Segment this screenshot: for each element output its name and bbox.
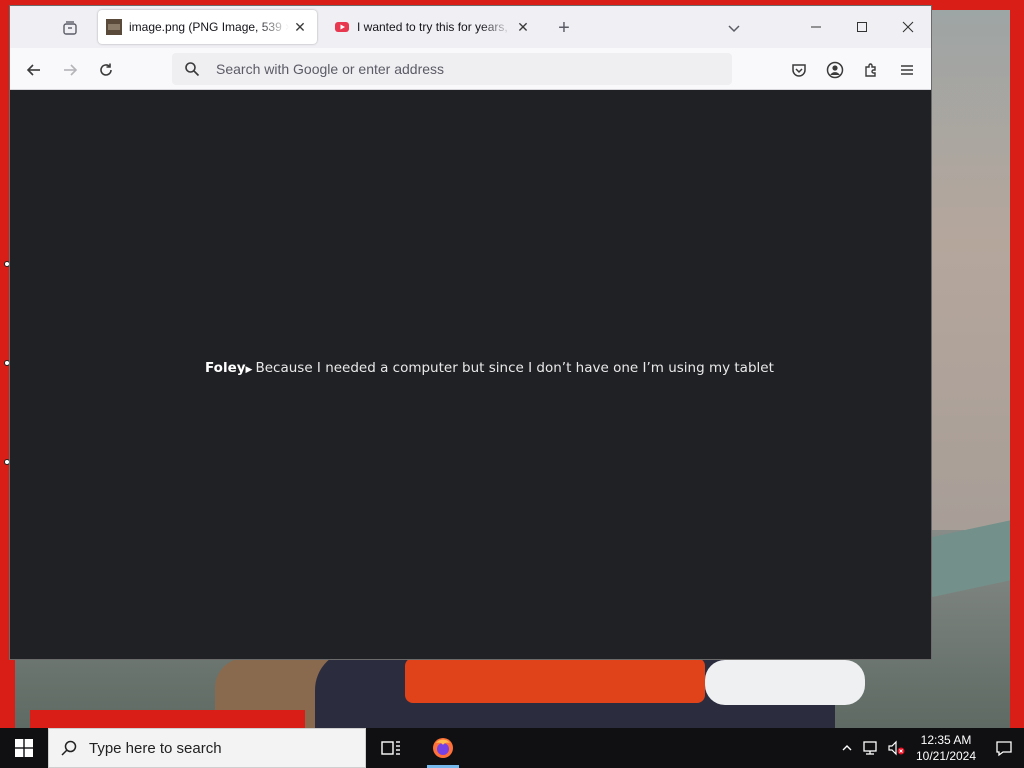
puzzle-icon[interactable] bbox=[857, 56, 885, 84]
minimize-icon[interactable] bbox=[793, 6, 839, 48]
search-icon bbox=[184, 61, 206, 77]
video-life-vest bbox=[405, 658, 705, 703]
hamburger-menu-icon[interactable] bbox=[893, 56, 921, 84]
tab-image-png[interactable]: image.png (PNG Image, 539 × 123 pixels) … bbox=[98, 10, 317, 44]
message-text: Because I needed a computer but since I … bbox=[255, 360, 774, 376]
youtube-icon bbox=[334, 19, 350, 35]
clock-time: 12:35 AM bbox=[920, 733, 972, 747]
video-cloth bbox=[705, 660, 865, 705]
task-view-icon[interactable] bbox=[367, 728, 415, 768]
tab-bar: image.png (PNG Image, 539 × 123 pixels) … bbox=[10, 6, 931, 48]
page-content: Foley▶ Because I needed a computer but si… bbox=[10, 90, 931, 659]
firefox-icon[interactable] bbox=[419, 728, 467, 768]
address-input[interactable] bbox=[216, 61, 696, 77]
clock-date: 10/21/2024 bbox=[915, 749, 977, 763]
video-caption-strip bbox=[30, 710, 305, 728]
message-author: Foley bbox=[205, 360, 246, 376]
close-icon[interactable]: ✕ bbox=[289, 19, 311, 36]
new-tab-button[interactable]: + bbox=[552, 16, 576, 40]
chevron-down-icon[interactable] bbox=[722, 16, 746, 40]
video-boat-edge bbox=[920, 520, 1010, 600]
pocket-icon[interactable] bbox=[785, 56, 813, 84]
arrow-left-icon[interactable] bbox=[20, 56, 48, 84]
account-icon[interactable] bbox=[821, 56, 849, 84]
search-icon bbox=[49, 739, 89, 757]
notification-icon[interactable] bbox=[984, 728, 1024, 768]
taskbar-clock[interactable]: 12:35 AM 10/21/2024 bbox=[908, 732, 984, 764]
arrow-marker-icon: ▶ bbox=[245, 365, 253, 375]
image-thumbnail-icon bbox=[106, 19, 122, 35]
arrow-right-icon[interactable] bbox=[56, 56, 84, 84]
taskbar-search-box[interactable]: Type here to search bbox=[48, 728, 366, 768]
window-close-icon[interactable] bbox=[885, 6, 931, 48]
maximize-icon[interactable] bbox=[839, 6, 885, 48]
volume-muted-icon[interactable] bbox=[884, 728, 908, 768]
tab-title: image.png (PNG Image, 539 × 123 pixels) bbox=[129, 20, 289, 34]
network-icon[interactable] bbox=[858, 728, 884, 768]
chevron-up-icon[interactable] bbox=[836, 728, 858, 768]
tab-title: I wanted to try this for years, but neve… bbox=[357, 20, 512, 34]
taskbar-search-placeholder: Type here to search bbox=[89, 739, 222, 757]
windows-start-icon[interactable] bbox=[0, 728, 48, 768]
navigation-toolbar bbox=[10, 48, 931, 90]
taskbar: Type here to search 12:35 AM 10/21/2024 bbox=[0, 728, 1024, 768]
system-tray: 12:35 AM 10/21/2024 bbox=[836, 728, 1024, 768]
reload-icon[interactable] bbox=[92, 56, 120, 84]
tab-youtube-video[interactable]: I wanted to try this for years, but neve… bbox=[326, 10, 540, 44]
close-icon[interactable]: ✕ bbox=[512, 19, 534, 36]
url-bar[interactable] bbox=[172, 53, 732, 85]
browser-window: image.png (PNG Image, 539 × 123 pixels) … bbox=[10, 6, 931, 659]
displayed-image-message: Foley▶ Because I needed a computer but si… bbox=[205, 360, 774, 376]
tab-overview-icon[interactable] bbox=[58, 16, 82, 40]
